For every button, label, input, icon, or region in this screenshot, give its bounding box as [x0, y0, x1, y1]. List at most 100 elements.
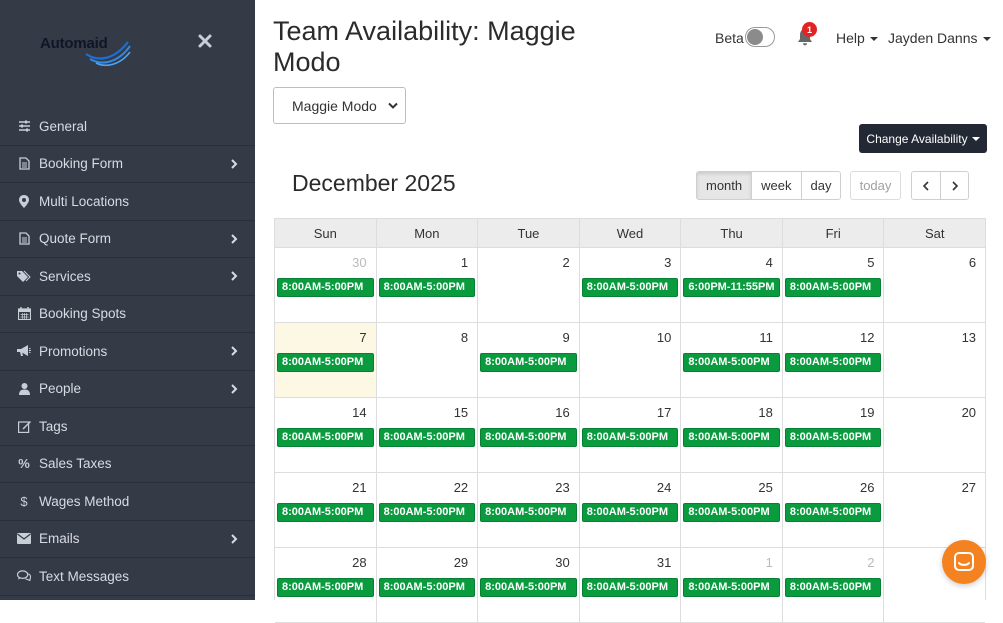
availability-event[interactable]: 8:00AM-5:00PM — [784, 428, 882, 447]
sidebar-item-quote-form[interactable]: Quote Form — [0, 221, 255, 258]
availability-event[interactable]: 8:00AM-5:00PM — [683, 503, 780, 522]
availability-event[interactable]: 8:00AM-5:00PM — [784, 278, 882, 297]
availability-event[interactable]: 8:00AM-5:00PM — [480, 353, 577, 372]
sidebar-item-services[interactable]: Services — [0, 258, 255, 296]
help-menu[interactable]: Help — [836, 30, 878, 46]
calendar-day-cell[interactable]: 7 8:00AM-5:00PM — [275, 323, 376, 397]
calendar-day-cell[interactable]: 14 8:00AM-5:00PM — [275, 398, 376, 472]
sidebar-item-people[interactable]: People — [0, 371, 255, 408]
calendar-day-cell[interactable]: 1 8:00AM-5:00PM — [375, 248, 478, 322]
sidebar-item-sales-taxes[interactable]: % Sales Taxes — [0, 446, 255, 483]
availability-event[interactable]: 8:00AM-5:00PM — [784, 503, 882, 522]
availability-event[interactable]: 8:00AM-5:00PM — [277, 578, 374, 597]
day-number: 4 — [765, 255, 773, 270]
availability-event[interactable]: 8:00AM-5:00PM — [581, 503, 679, 522]
calendar-day-cell[interactable]: 18 8:00AM-5:00PM — [680, 398, 782, 472]
calendar-day-cell[interactable]: 26 8:00AM-5:00PM — [781, 473, 884, 547]
availability-event[interactable]: 8:00AM-5:00PM — [277, 428, 374, 447]
availability-event[interactable]: 8:00AM-5:00PM — [378, 503, 476, 522]
calendar-day-cell[interactable]: 28 8:00AM-5:00PM — [275, 548, 376, 622]
day-number: 10 — [656, 330, 672, 345]
calendar-day-cell[interactable]: 19 8:00AM-5:00PM — [781, 398, 884, 472]
availability-event[interactable]: 8:00AM-5:00PM — [378, 578, 476, 597]
sidebar-item-text-messages[interactable]: Text Messages — [0, 558, 255, 596]
close-icon[interactable] — [197, 33, 213, 49]
sidebar-item-booking-form[interactable]: Booking Form — [0, 146, 255, 183]
availability-event[interactable]: 8:00AM-5:00PM — [378, 428, 476, 447]
availability-event[interactable]: 8:00AM-5:00PM — [277, 278, 374, 297]
change-availability-button[interactable]: Change Availability — [859, 124, 987, 153]
sidebar-item-booking-spots[interactable]: Booking Spots — [0, 296, 255, 333]
beta-toggle[interactable] — [745, 27, 775, 47]
sidebar-item-wages-method[interactable]: $ Wages Method — [0, 483, 255, 521]
calendar-day-cell[interactable]: 1 8:00AM-5:00PM — [680, 548, 782, 622]
availability-event[interactable]: 8:00AM-5:00PM — [581, 428, 679, 447]
day-of-week-header: Thu — [680, 219, 782, 247]
calendar-day-cell[interactable]: 12 8:00AM-5:00PM — [781, 323, 884, 397]
today-button[interactable]: today — [850, 171, 901, 200]
chat-launcher-button[interactable] — [942, 540, 986, 584]
availability-event[interactable]: 8:00AM-5:00PM — [581, 278, 679, 297]
calendar-day-cell[interactable]: 27 — [883, 473, 985, 547]
automaid-logo[interactable]: Automaid — [40, 30, 150, 70]
week-view-button[interactable]: week — [751, 172, 801, 199]
person-select[interactable]: Maggie Modo — [273, 87, 406, 124]
calendar-day-cell[interactable]: 4 6:00PM-11:55PM — [680, 248, 782, 322]
calendar-day-cell[interactable]: 10 — [578, 323, 681, 397]
availability-event[interactable]: 8:00AM-5:00PM — [480, 578, 577, 597]
calendar-day-cell[interactable]: 6 — [883, 248, 985, 322]
day-of-week-header: Wed — [578, 219, 681, 247]
sidebar-item-promotions[interactable]: Promotions — [0, 333, 255, 371]
calendar-day-cell[interactable]: 20 — [883, 398, 985, 472]
calendar-day-cell[interactable]: 25 8:00AM-5:00PM — [680, 473, 782, 547]
calendar-day-cell[interactable]: 11 8:00AM-5:00PM — [680, 323, 782, 397]
chevron-left-icon — [922, 180, 929, 191]
logo-wave-icon — [85, 41, 131, 67]
calendar-day-cell[interactable]: 16 8:00AM-5:00PM — [477, 398, 579, 472]
availability-event[interactable]: 8:00AM-5:00PM — [277, 503, 374, 522]
beta-label: Beta — [715, 30, 744, 46]
calendar-day-cell[interactable]: 5 8:00AM-5:00PM — [781, 248, 884, 322]
calendar-day-cell[interactable]: 17 8:00AM-5:00PM — [578, 398, 681, 472]
availability-event[interactable]: 8:00AM-5:00PM — [784, 578, 882, 597]
next-month-button[interactable] — [940, 172, 968, 199]
sidebar-item-label: Tags — [39, 418, 68, 434]
availability-event[interactable]: 8:00AM-5:00PM — [378, 278, 476, 297]
user-menu[interactable]: Jayden Danns — [888, 30, 991, 46]
calendar-day-cell[interactable]: 9 8:00AM-5:00PM — [477, 323, 579, 397]
sidebar-item-multi-locations[interactable]: Multi Locations — [0, 183, 255, 221]
day-view-button[interactable]: day — [800, 172, 841, 199]
calendar-day-cell[interactable]: 29 8:00AM-5:00PM — [375, 548, 478, 622]
calendar-day-cell[interactable]: 31 8:00AM-5:00PM — [578, 548, 681, 622]
calendar-day-cell[interactable]: 30 8:00AM-5:00PM — [477, 548, 579, 622]
calendar-day-cell[interactable]: 8 — [375, 323, 478, 397]
month-view-button[interactable]: month — [697, 172, 752, 199]
chevron-right-icon — [231, 271, 238, 281]
comments-icon — [17, 569, 31, 583]
calendar-day-cell[interactable]: 2 — [477, 248, 579, 322]
calendar-day-cell[interactable]: 3 8:00AM-5:00PM — [578, 248, 681, 322]
availability-event[interactable]: 8:00AM-5:00PM — [480, 503, 577, 522]
sidebar-item-emails[interactable]: Emails — [0, 521, 255, 558]
availability-event[interactable]: 8:00AM-5:00PM — [581, 578, 679, 597]
calendar-day-cell[interactable]: 23 8:00AM-5:00PM — [477, 473, 579, 547]
calendar-day-cell[interactable]: 21 8:00AM-5:00PM — [275, 473, 376, 547]
availability-event[interactable]: 8:00AM-5:00PM — [480, 428, 577, 447]
calendar-day-cell[interactable]: 15 8:00AM-5:00PM — [375, 398, 478, 472]
calendar-day-cell[interactable]: 2 8:00AM-5:00PM — [781, 548, 884, 622]
availability-event[interactable]: 8:00AM-5:00PM — [683, 428, 780, 447]
calendar-day-cell[interactable]: 22 8:00AM-5:00PM — [375, 473, 478, 547]
sidebar-item-tags[interactable]: Tags — [0, 408, 255, 446]
sidebar-item-general[interactable]: General — [0, 108, 255, 146]
calendar-day-cell[interactable]: 30 8:00AM-5:00PM — [275, 248, 376, 322]
calendar-week-row: 28 8:00AM-5:00PM 29 8:00AM-5:00PM 30 8:00AM-5… — [275, 548, 985, 623]
availability-event[interactable]: 8:00AM-5:00PM — [683, 353, 780, 372]
availability-event[interactable]: 8:00AM-5:00PM — [784, 353, 882, 372]
prev-month-button[interactable] — [912, 172, 940, 199]
calendar-day-cell[interactable]: 24 8:00AM-5:00PM — [578, 473, 681, 547]
availability-event[interactable]: 6:00PM-11:55PM — [683, 278, 780, 297]
sidebar-item-label: Multi Locations — [39, 193, 130, 209]
availability-event[interactable]: 8:00AM-5:00PM — [683, 578, 780, 597]
calendar-day-cell[interactable]: 13 — [883, 323, 985, 397]
availability-event[interactable]: 8:00AM-5:00PM — [277, 353, 374, 372]
